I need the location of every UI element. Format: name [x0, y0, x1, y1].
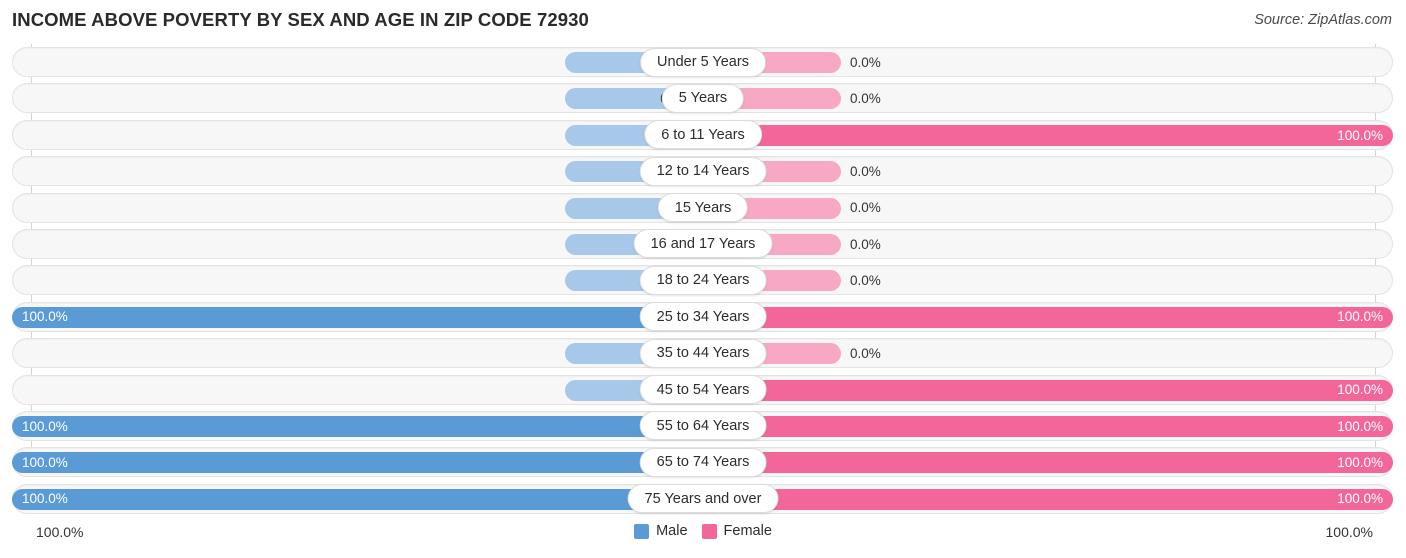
category-label: 25 to 34 Years	[639, 302, 767, 332]
table-row: 0.0%0.0%16 and 17 Years	[0, 226, 1406, 262]
female-half: 100.0%	[703, 415, 1393, 437]
male-half	[12, 197, 703, 219]
female-bar-value: 100.0%	[1337, 491, 1383, 507]
category-label: 35 to 44 Years	[639, 338, 767, 368]
female-bar[interactable]: 100.0%	[703, 452, 1393, 474]
table-row: 100.0% 100.0% 25 to 34 Years	[0, 299, 1406, 335]
chart-header: INCOME ABOVE POVERTY BY SEX AND AGE IN Z…	[0, 0, 1406, 42]
table-row: 0.0%0.0%35 to 44 Years	[0, 335, 1406, 371]
male-half	[12, 161, 703, 183]
category-label: 12 to 14 Years	[639, 156, 767, 186]
female-bar-value: 100.0%	[1337, 309, 1383, 325]
female-bar-value: 100.0%	[1337, 382, 1383, 398]
male-half	[12, 52, 703, 73]
female-bar[interactable]: 100.0%	[703, 306, 1393, 328]
table-row: 0.0%0.0%5 Years	[0, 80, 1406, 116]
male-bar-value: 100.0%	[22, 491, 68, 507]
female-half	[703, 270, 1393, 292]
legend-label: Female	[723, 523, 772, 539]
male-half	[12, 379, 703, 401]
category-label: 45 to 54 Years	[639, 375, 767, 405]
male-half	[12, 124, 703, 146]
male-bar-value: 100.0%	[22, 455, 68, 471]
category-label: 75 Years and over	[627, 484, 779, 514]
female-swatch	[701, 523, 717, 539]
male-bar-value: 100.0%	[22, 418, 68, 434]
male-half	[12, 343, 703, 365]
male-bar[interactable]: 100.0%	[12, 488, 703, 510]
female-value-label: 0.0%	[850, 163, 881, 179]
female-half: 100.0%	[703, 306, 1393, 328]
male-bar[interactable]: 100.0%	[12, 452, 703, 474]
female-half	[703, 343, 1393, 365]
source-attribution: Source: ZipAtlas.com	[1254, 12, 1392, 28]
legend-label: Male	[656, 523, 688, 539]
female-bar[interactable]: 100.0%	[703, 124, 1393, 146]
male-bar-value: 100.0%	[22, 309, 68, 325]
female-value-label: 0.0%	[850, 54, 881, 70]
female-bar[interactable]: 100.0%	[703, 488, 1393, 510]
male-bar[interactable]: 100.0%	[12, 306, 703, 328]
female-half	[703, 52, 1393, 73]
category-label: 16 and 17 Years	[633, 229, 773, 259]
table-row: 100.0% 100.0% 65 to 74 Years	[0, 444, 1406, 480]
category-label: 5 Years	[661, 83, 745, 113]
female-value-label: 0.0%	[850, 236, 881, 252]
female-value-label: 0.0%	[850, 91, 881, 107]
female-bar[interactable]: 100.0%	[703, 415, 1393, 437]
female-half	[703, 161, 1393, 183]
table-row: 0.0%100.0%45 to 54 Years	[0, 372, 1406, 408]
plot-area: 0.0% 0.0% Under 5 Years 0.0% 0.0% 5 Years 0.0%…	[0, 44, 1406, 518]
category-label: Under 5 Years	[640, 47, 766, 77]
female-half: 100.0%	[703, 379, 1393, 401]
male-half	[12, 233, 703, 255]
table-row: 100.0% 100.0% 75 Years and over	[0, 481, 1406, 517]
legend-item[interactable]: Male	[634, 523, 688, 539]
table-row: 100.0% 100.0% 55 to 64 Years	[0, 408, 1406, 444]
female-half	[703, 197, 1393, 219]
chart-legend: Male Female	[0, 523, 1406, 539]
table-row: 0.0%0.0%Under 5 Years	[0, 44, 1406, 80]
category-label: 65 to 74 Years	[639, 447, 767, 477]
chart-page: INCOME ABOVE POVERTY BY SEX AND AGE IN Z…	[0, 0, 1406, 558]
female-half: 100.0%	[703, 488, 1393, 510]
male-half: 100.0%	[12, 306, 703, 328]
female-value-label: 0.0%	[850, 345, 881, 361]
male-bar[interactable]: 100.0%	[12, 415, 703, 437]
female-half	[703, 88, 1393, 110]
table-row: 0.0%0.0%18 to 24 Years	[0, 262, 1406, 298]
female-bar[interactable]: 100.0%	[703, 379, 1393, 401]
male-half	[12, 88, 703, 110]
female-value-label: 0.0%	[850, 200, 881, 216]
female-half	[703, 233, 1393, 255]
female-half: 100.0%	[703, 124, 1393, 146]
bar-rows: 0.0% 0.0% Under 5 Years 0.0% 0.0% 5 Years 0.0%…	[0, 44, 1406, 517]
category-label: 18 to 24 Years	[639, 265, 767, 295]
female-bar-value: 100.0%	[1337, 455, 1383, 471]
category-label: 6 to 11 Years	[644, 120, 762, 150]
male-half: 100.0%	[12, 452, 703, 474]
table-row: 0.0%0.0%12 to 14 Years	[0, 153, 1406, 189]
female-half: 100.0%	[703, 452, 1393, 474]
female-bar-value: 100.0%	[1337, 127, 1383, 143]
male-half: 100.0%	[12, 415, 703, 437]
category-label: 55 to 64 Years	[639, 411, 767, 441]
female-bar-value: 100.0%	[1337, 418, 1383, 434]
table-row: 0.0%0.0%15 Years	[0, 190, 1406, 226]
male-half: 100.0%	[12, 488, 703, 510]
female-value-label: 0.0%	[850, 273, 881, 289]
page-title: INCOME ABOVE POVERTY BY SEX AND AGE IN Z…	[12, 9, 589, 30]
male-half	[12, 270, 703, 292]
table-row: 0.0%100.0%6 to 11 Years	[0, 117, 1406, 153]
legend-item[interactable]: Female	[701, 523, 772, 539]
male-swatch	[634, 523, 650, 539]
chart-footer: 100.0% 100.0% Male Female	[0, 518, 1406, 558]
category-label: 15 Years	[657, 193, 749, 223]
